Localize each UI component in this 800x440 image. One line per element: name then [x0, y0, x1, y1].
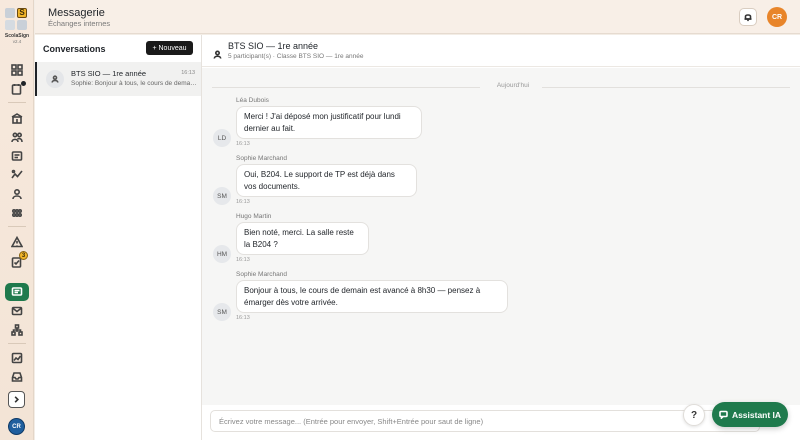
message-time: 16:13	[236, 315, 250, 321]
rail-divider	[8, 102, 26, 103]
message-time: 16:13	[236, 199, 250, 205]
conversation-item[interactable]: BTS SIO — 1re année 16:13 Sophie: Bonjou…	[35, 62, 201, 96]
notifications-button[interactable]	[739, 8, 757, 26]
conversation-time: 16:13	[181, 70, 195, 76]
page-subtitle: Échanges internes	[48, 19, 111, 28]
message-input[interactable]	[211, 411, 759, 432]
message-bubble: Bonjour à tous, le cours de demain est a…	[236, 280, 508, 313]
chevron-right-icon	[14, 396, 19, 403]
app-version: v2.4	[12, 39, 22, 44]
messages-icon[interactable]	[5, 283, 29, 301]
page-title: Messagerie	[48, 7, 105, 19]
bell-icon	[744, 14, 752, 22]
chat-area: BTS SIO — 1re année 5 participant(s) · C…	[202, 35, 800, 440]
conversation-preview: Sophie: Bonjour à tous, le cours de dema…	[71, 80, 197, 87]
message-author: Léa Dubois	[236, 97, 269, 104]
user-icon[interactable]	[7, 186, 27, 202]
assistant-ia-button[interactable]: Assistant IA	[712, 402, 788, 427]
help-button[interactable]: ?	[683, 404, 705, 426]
mail-icon[interactable]	[7, 303, 27, 319]
notification-dot	[21, 81, 26, 86]
activity-icon[interactable]	[7, 167, 27, 183]
expand-sidebar-button[interactable]	[8, 391, 25, 408]
chat-header: BTS SIO — 1re année 5 participant(s) · C…	[202, 35, 800, 67]
message-bubble: Merci ! J'ai déposé mon justificatif pou…	[236, 106, 422, 139]
users-group-icon[interactable]	[7, 129, 27, 145]
logo-letter: S	[19, 8, 25, 17]
app-logo: S	[5, 8, 29, 32]
document-check-icon[interactable]: 3	[7, 251, 28, 270]
message-list: Aujourd'hui Léa Dubois LD Merci ! J'ai d…	[202, 68, 800, 405]
left-rail: S ScolaSign v2.4 3 CR	[0, 0, 34, 440]
rail-divider	[8, 343, 26, 344]
message-time: 16:13	[236, 141, 250, 147]
message-avatar: SM	[213, 187, 231, 205]
inbox-icon[interactable]	[7, 369, 27, 385]
calendar-icon[interactable]	[7, 81, 27, 97]
top-bar: Messagerie Échanges internes CR	[35, 0, 800, 34]
rail-divider	[8, 226, 26, 227]
chat-title: BTS SIO — 1re année	[228, 41, 319, 51]
conversations-panel: Conversations + Nouveau BTS SIO — 1re an…	[35, 35, 202, 440]
group-icon	[213, 46, 222, 59]
message-author: Sophie Marchand	[236, 155, 287, 162]
assistant-label: Assistant IA	[731, 409, 782, 420]
user-avatar[interactable]: CR	[8, 418, 25, 435]
header-avatar[interactable]: CR	[767, 7, 787, 27]
message-author: Sophie Marchand	[236, 271, 287, 278]
day-label: Aujourd'hui	[496, 82, 530, 89]
new-conversation-button[interactable]: + Nouveau	[146, 41, 193, 55]
dashboard-icon[interactable]	[7, 62, 27, 78]
grid-icon[interactable]	[7, 205, 27, 221]
chart-icon[interactable]	[7, 350, 27, 366]
school-icon[interactable]	[7, 110, 27, 126]
message-bubble: Bien noté, merci. La salle reste la B204…	[236, 222, 369, 255]
message-avatar: SM	[213, 303, 231, 321]
group-icon	[46, 70, 64, 88]
id-card-icon[interactable]	[7, 148, 27, 164]
conversation-name: BTS SIO — 1re année	[71, 69, 147, 78]
warning-icon[interactable]	[7, 234, 27, 250]
message-avatar: LD	[213, 129, 231, 147]
chat-participants: 5 participant(s) · Classe BTS SIO — 1re …	[228, 53, 364, 60]
day-separator: Aujourd'hui	[212, 82, 790, 92]
message-composer[interactable]	[210, 410, 760, 432]
message-time: 16:13	[236, 257, 250, 263]
message-bubble: Oui, B204. Le support de TP est déjà dan…	[236, 164, 417, 197]
pending-count-badge: 3	[19, 251, 28, 260]
message-author: Hugo Martin	[236, 213, 272, 220]
chat-icon	[719, 410, 728, 419]
org-chart-icon[interactable]	[7, 322, 27, 338]
conversations-title: Conversations	[43, 44, 106, 54]
message-avatar: HM	[213, 245, 231, 263]
